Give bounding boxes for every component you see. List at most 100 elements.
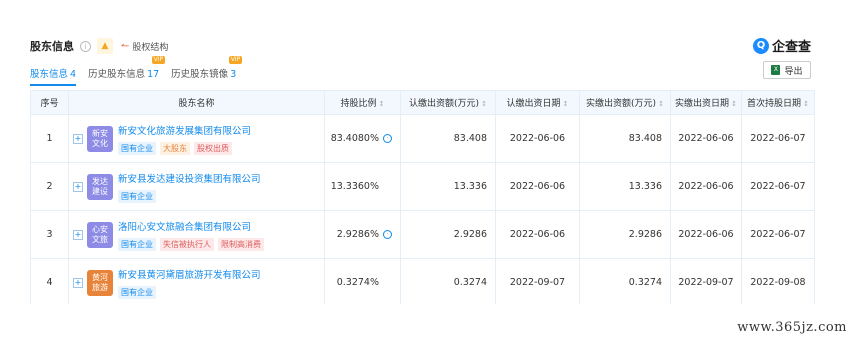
history-clock-icon[interactable]: · — [383, 134, 392, 143]
export-button[interactable]: X 导出 — [763, 61, 811, 79]
tag-list: 国有企业 — [118, 285, 261, 299]
company-avatar[interactable]: 心安文旅 — [87, 221, 113, 248]
expand-icon[interactable]: + — [73, 133, 83, 144]
company-avatar[interactable]: 发达建设 — [87, 173, 113, 200]
shareholder-details: 洛阳心安文旅融合集团有限公司 国有企业 失信被执行人 限制高消费 — [118, 219, 268, 251]
tab-label: 历史股东信息 — [88, 69, 146, 80]
row-index: 3 — [30, 210, 69, 259]
shareholder-name-link[interactable]: 新安文化旅游发展集团有限公司 — [118, 123, 251, 137]
vip-badge: VIP — [228, 56, 243, 64]
shareholder-info: + 心安文旅 洛阳心安文旅融合集团有限公司 国有企业 失信被执行人 限制高消费 — [69, 219, 324, 251]
shareholder-cell: + 新安文化 新安文化旅游发展集团有限公司 国有企业 大股东 股权出质 — [68, 114, 325, 163]
table-row: 1 + 新安文化 新安文化旅游发展集团有限公司 国有企业 大股东 股权出质 83.4080% ·… — [30, 114, 815, 163]
tab-count: 4 — [70, 69, 77, 80]
shareholder-cell: + 发达建设 新安县发达建设投资集团有限公司 国有企业 — [68, 162, 325, 211]
paid-date: 2022-06-06 — [670, 210, 742, 259]
paid-amount: 83.408 — [579, 114, 671, 163]
shareholder-details: 新安县黄河黛眉旅游开发有限公司 国有企业 — [118, 267, 261, 299]
tab-label: 股东信息 — [30, 69, 69, 80]
column-header-label: 股东名称 — [178, 99, 215, 109]
sort-icon[interactable]: ↕ — [731, 100, 737, 108]
paid-date: 2022-06-06 — [670, 114, 742, 163]
help-icon[interactable]: i — [80, 40, 91, 52]
tab-count: 3 — [230, 69, 237, 80]
first-holding-date: 2022-06-07 — [741, 114, 815, 163]
excel-icon: X — [771, 65, 781, 75]
column-header-label: 序号 — [40, 99, 59, 109]
logo-mark-icon: Q — [752, 37, 769, 54]
history-clock-icon[interactable]: · — [383, 230, 392, 239]
equity-structure-label: 股权结构 — [132, 42, 169, 53]
shareholder-name-link[interactable]: 新安县发达建设投资集团有限公司 — [118, 171, 261, 185]
tab-bar: 股东信息 4 历史股东信息 17 VIP 历史股东镜像 3 VIP — [30, 56, 248, 86]
shareholder-name-link[interactable]: 洛阳心安文旅融合集团有限公司 — [118, 219, 268, 233]
expand-icon[interactable]: + — [73, 181, 83, 192]
sort-icon[interactable]: ↕ — [658, 100, 664, 108]
subscribed-amount: 0.3274 — [400, 258, 496, 304]
company-tag[interactable]: 失信被执行人 — [160, 237, 214, 251]
tab-2[interactable]: 历史股东镜像 3 VIP — [171, 56, 243, 86]
company-tag[interactable]: 限制高消费 — [218, 237, 264, 251]
column-header-label: 持股比例 — [340, 99, 377, 109]
sort-icon[interactable]: ↕ — [379, 100, 385, 108]
tab-0[interactable]: 股东信息 4 — [30, 66, 77, 86]
logo-name: 企查查 — [771, 40, 811, 55]
column-header[interactable]: 认缴出资额(万元) ↕ — [400, 90, 496, 115]
equity-structure-button[interactable]: ↼ 股权结构 — [121, 40, 168, 53]
subscribed-date: 2022-06-06 — [495, 162, 580, 211]
shareholder-details: 新安文化旅游发展集团有限公司 国有企业 大股东 股权出质 — [118, 123, 251, 155]
shareholding-ratio: 2.9286% — [336, 229, 379, 240]
tab-1[interactable]: 历史股东信息 17 VIP — [88, 56, 166, 86]
column-header-label: 认缴出资额(万元) — [409, 99, 480, 109]
subscribed-date: 2022-06-06 — [495, 210, 580, 259]
company-tag[interactable]: 股权出质 — [194, 141, 232, 155]
column-header[interactable]: 实缴出资日期 ↕ — [670, 90, 742, 115]
ratio-cell: 13.3360% — [324, 162, 401, 211]
shareholder-cell: + 黄河旅游 新安县黄河黛眉旅游开发有限公司 国有企业 — [68, 258, 325, 304]
subscribed-date: 2022-09-07 — [495, 258, 580, 304]
watermark: www.365jz.com — [737, 320, 847, 335]
paid-date: 2022-06-06 — [670, 162, 742, 211]
company-tag[interactable]: 国有企业 — [118, 141, 156, 155]
export-label: 导出 — [784, 66, 803, 77]
sort-icon[interactable]: ↕ — [563, 100, 569, 108]
column-header[interactable]: 实缴出资额(万元) ↕ — [579, 90, 671, 115]
section-title: 股东信息 — [30, 40, 74, 53]
row-index: 2 — [30, 162, 69, 211]
column-header[interactable]: 认缴出资日期 ↕ — [495, 90, 580, 115]
company-tag[interactable]: 大股东 — [160, 141, 190, 155]
table-body: 1 + 新安文化 新安文化旅游发展集团有限公司 国有企业 大股东 股权出质 83.4080% ·… — [30, 114, 815, 304]
ratio-cell: 0.3274% — [324, 258, 401, 304]
vip-badge: VIP — [151, 56, 166, 64]
expand-icon[interactable]: + — [73, 277, 83, 288]
shareholder-info: + 发达建设 新安县发达建设投资集团有限公司 国有企业 — [69, 171, 324, 203]
shareholder-name-link[interactable]: 新安县黄河黛眉旅游开发有限公司 — [118, 267, 261, 281]
subscribed-date: 2022-06-06 — [495, 114, 580, 163]
column-header[interactable]: 持股比例 ↕ — [324, 90, 401, 115]
column-header: 序号 — [30, 90, 69, 115]
panel-header: 股东信息 i ▲ ↼ 股权结构 — [30, 38, 168, 54]
column-header[interactable]: 首次持股日期 ↕ — [741, 90, 815, 115]
column-header-label: 实缴出资额(万元) — [586, 99, 657, 109]
shareholder-details: 新安县发达建设投资集团有限公司 国有企业 — [118, 171, 261, 203]
paid-amount: 2.9286 — [579, 210, 671, 259]
tag-list: 国有企业 大股东 股权出质 — [118, 141, 251, 155]
shareholder-cell: + 心安文旅 洛阳心安文旅融合集团有限公司 国有企业 失信被执行人 限制高消费 — [68, 210, 325, 259]
shareholding-ratio: 13.3360% — [330, 181, 379, 192]
first-holding-date: 2022-06-07 — [741, 210, 815, 259]
shareholder-panel: 股东信息 i ▲ ↼ 股权结构 Q 企查查 股东信息 4 历史股东信息 17 VIP 历史… — [20, 28, 823, 304]
sort-icon[interactable]: ↕ — [481, 100, 487, 108]
company-tag[interactable]: 国有企业 — [118, 285, 156, 299]
column-header-label: 实缴出资日期 — [675, 99, 730, 109]
bell-icon[interactable]: ▲ — [97, 38, 113, 54]
sort-icon[interactable]: ↕ — [803, 100, 809, 108]
company-tag[interactable]: 国有企业 — [118, 189, 156, 203]
qichacha-logo: Q 企查查 — [752, 36, 811, 55]
tag-list: 国有企业 失信被执行人 限制高消费 — [118, 237, 268, 251]
company-tag[interactable]: 国有企业 — [118, 237, 156, 251]
equity-structure-icon: ↼ — [121, 40, 130, 52]
company-avatar[interactable]: 黄河旅游 — [87, 269, 113, 296]
expand-icon[interactable]: + — [73, 229, 83, 240]
column-header: 股东名称 — [68, 90, 325, 115]
company-avatar[interactable]: 新安文化 — [87, 125, 113, 152]
